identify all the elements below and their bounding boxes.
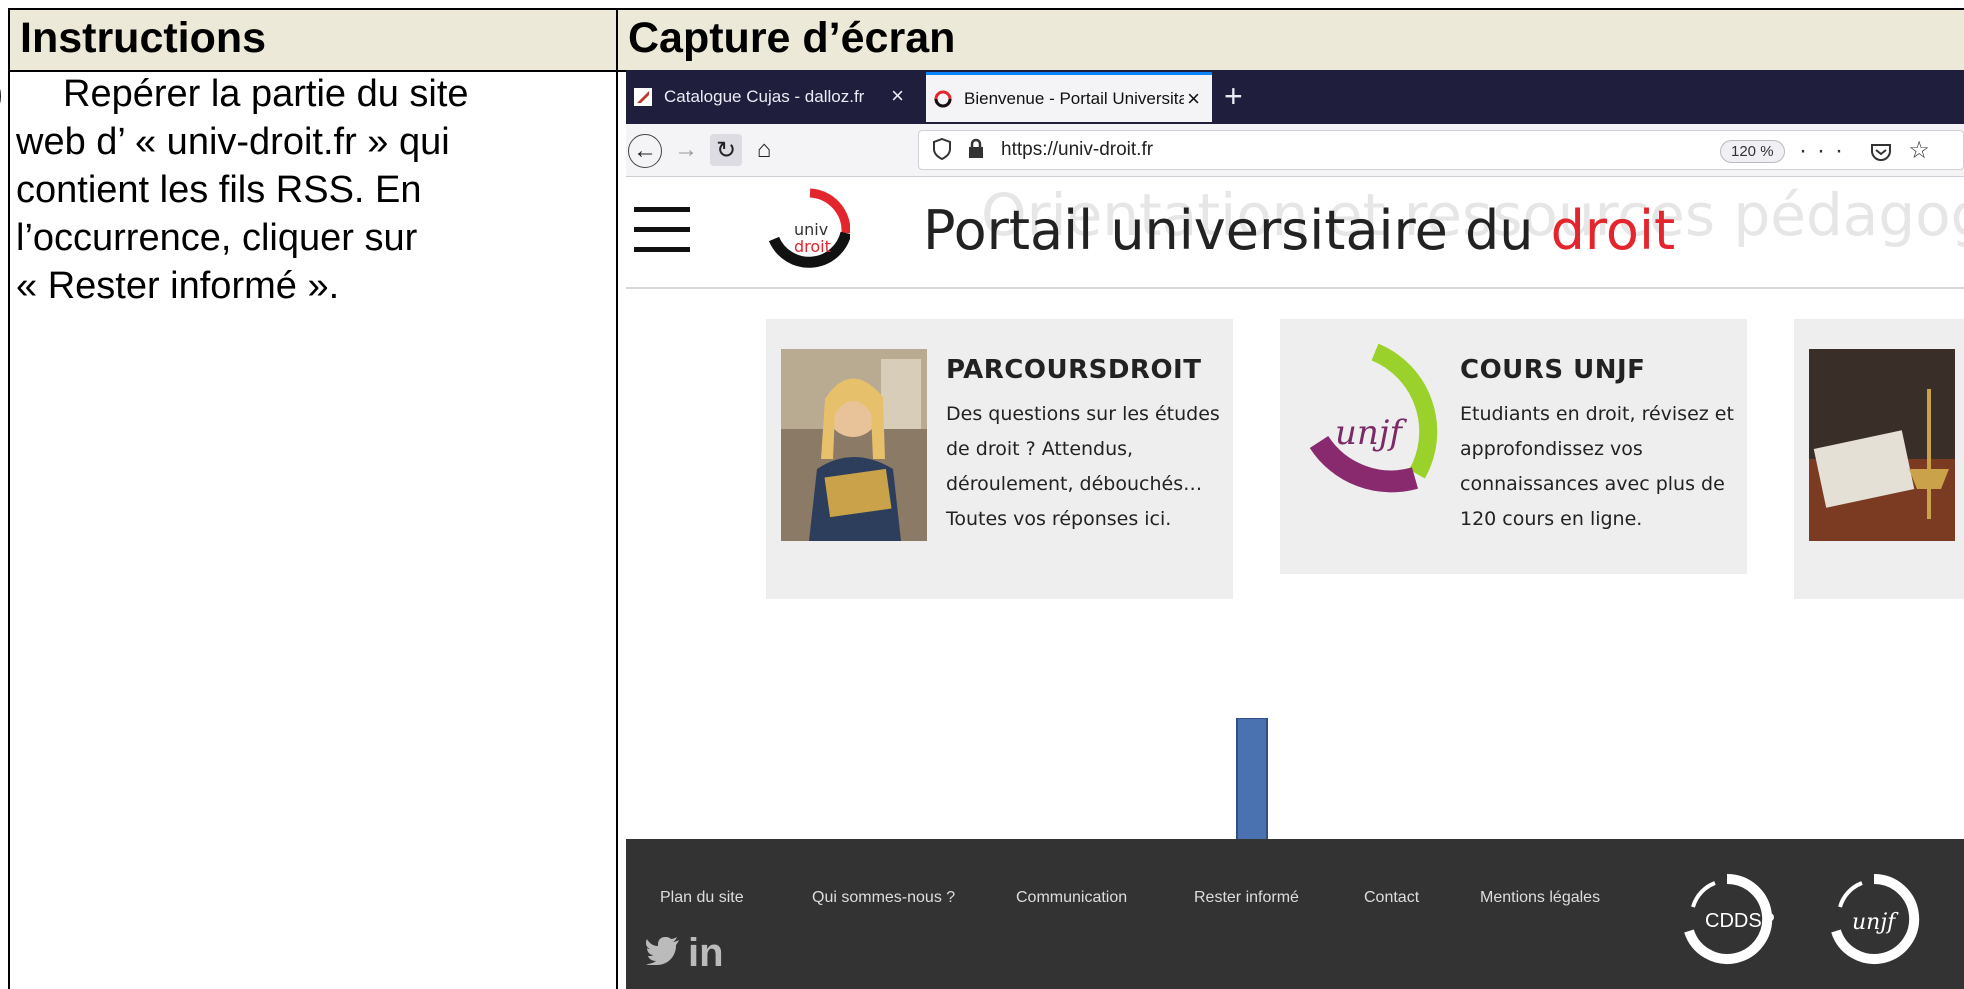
site-footer: Plan du site Qui sommes-nous ? Communica…	[626, 839, 1964, 989]
tab-label: Bienvenue - Portail Universitair	[964, 88, 1184, 108]
svg-text:CDDSP: CDDSP	[1705, 910, 1775, 932]
footer-link-communication[interactable]: Communication	[1016, 889, 1127, 907]
logo-text-droit: droit	[794, 237, 831, 256]
site-title: Portail universitaire du droit	[923, 199, 1676, 262]
instruction-line-5: « Rester informé ».	[16, 265, 340, 307]
new-tab-button[interactable]: +	[1224, 78, 1243, 115]
url-bar[interactable]: https://univ-droit.fr 120 % ··· ☆	[918, 130, 1964, 170]
table-header-row: Instructions Capture d’écran	[10, 10, 1964, 72]
footer-link-plan-du-site[interactable]: Plan du site	[660, 889, 744, 907]
back-icon[interactable]: ←	[628, 134, 662, 168]
bookmark-star-icon[interactable]: ☆	[1908, 137, 1940, 164]
card-title: COURS UNJF	[1460, 355, 1646, 385]
hamburger-menu-icon[interactable]	[634, 207, 690, 267]
instruction-line-3: contient les fils RSS. En	[16, 169, 422, 211]
main-content: PARCOURSDROIT Des questions sur les étud…	[626, 289, 1964, 780]
card-title: PARCOURSDROIT	[946, 355, 1202, 385]
svg-text:unjf: unjf	[1852, 910, 1899, 935]
card-description: Etudiants en droit, révisez et approfond…	[1460, 403, 1734, 530]
student-tablet-image	[781, 349, 927, 541]
site-header: univ droit Orientation et ressources péd…	[626, 177, 1964, 289]
svg-text:unjf: unjf	[1335, 413, 1407, 453]
card-third-partial[interactable]	[1794, 319, 1964, 599]
site-title-highlight: droit	[1550, 199, 1676, 262]
cddsp-logo[interactable]: CDDSP	[1679, 871, 1775, 967]
lock-icon[interactable]	[967, 138, 985, 165]
tab-bienvenue-portail[interactable]: Bienvenue - Portail Universitair ×	[926, 72, 1212, 122]
browser-screenshot: Catalogue Cujas - dalloz.fr × Bienvenue …	[626, 70, 1964, 989]
twitter-icon[interactable]	[646, 937, 680, 970]
linkedin-icon[interactable]: in	[688, 931, 724, 976]
tab-close-icon[interactable]: ×	[891, 83, 904, 109]
footer-link-qui-sommes-nous[interactable]: Qui sommes-nous ?	[812, 889, 955, 907]
instruction-line-2: web d’ « univ-droit.fr » qui	[16, 121, 450, 163]
unjf-logo-icon: unjf	[1295, 343, 1441, 536]
social-links: in	[646, 931, 724, 976]
footer-link-rester-informe[interactable]: Rester informé	[1194, 889, 1299, 907]
unjf-footer-logo[interactable]: unjf	[1826, 871, 1922, 967]
card-description: Des questions sur les études de droit ? …	[946, 403, 1220, 530]
instruction-text: 1)Repérer la partie du site web d’ « uni…	[0, 70, 591, 310]
card-parcoursdroit[interactable]: PARCOURSDROIT Des questions sur les étud…	[766, 319, 1233, 599]
tab-close-icon[interactable]: ×	[1187, 86, 1200, 112]
tab-label: Catalogue Cujas - dalloz.fr	[664, 87, 865, 106]
browser-tab-bar: Catalogue Cujas - dalloz.fr × Bienvenue …	[626, 70, 1964, 124]
dalloz-favicon-icon	[634, 88, 652, 106]
justice-scales-image	[1809, 349, 1955, 541]
pocket-icon[interactable]	[1853, 137, 1908, 164]
instructions-header: Instructions	[20, 14, 267, 62]
url-text: https://univ-droit.fr	[1001, 139, 1154, 160]
column-divider	[616, 10, 618, 989]
instruction-line-1: Repérer la partie du site	[63, 73, 469, 115]
screenshot-header: Capture d’écran	[628, 14, 956, 62]
footer-link-mentions-legales[interactable]: Mentions légales	[1480, 889, 1600, 907]
step-number: 1)	[0, 70, 63, 118]
home-icon[interactable]: ⌂	[748, 134, 780, 166]
instruction-line-4: l’occurrence, cliquer sur	[16, 217, 418, 259]
forward-icon[interactable]: →	[670, 134, 702, 166]
univ-droit-logo[interactable]: univ droit	[766, 187, 852, 277]
tab-catalogue-cujas[interactable]: Catalogue Cujas - dalloz.fr ×	[626, 72, 916, 122]
more-icon[interactable]: ···	[1799, 137, 1853, 164]
shield-icon[interactable]	[933, 137, 951, 166]
reload-icon[interactable]: ↻	[710, 134, 742, 166]
footer-link-contact[interactable]: Contact	[1364, 889, 1419, 907]
univ-droit-favicon-icon	[934, 90, 952, 108]
card-cours-unjf[interactable]: unjf COURS UNJF Etudiants en droit, révi…	[1280, 319, 1747, 574]
browser-nav-bar: ← → ↻ ⌂ https://univ-droit.fr 120 % ··· …	[626, 124, 1964, 177]
zoom-level-badge[interactable]: 120 %	[1720, 140, 1785, 163]
